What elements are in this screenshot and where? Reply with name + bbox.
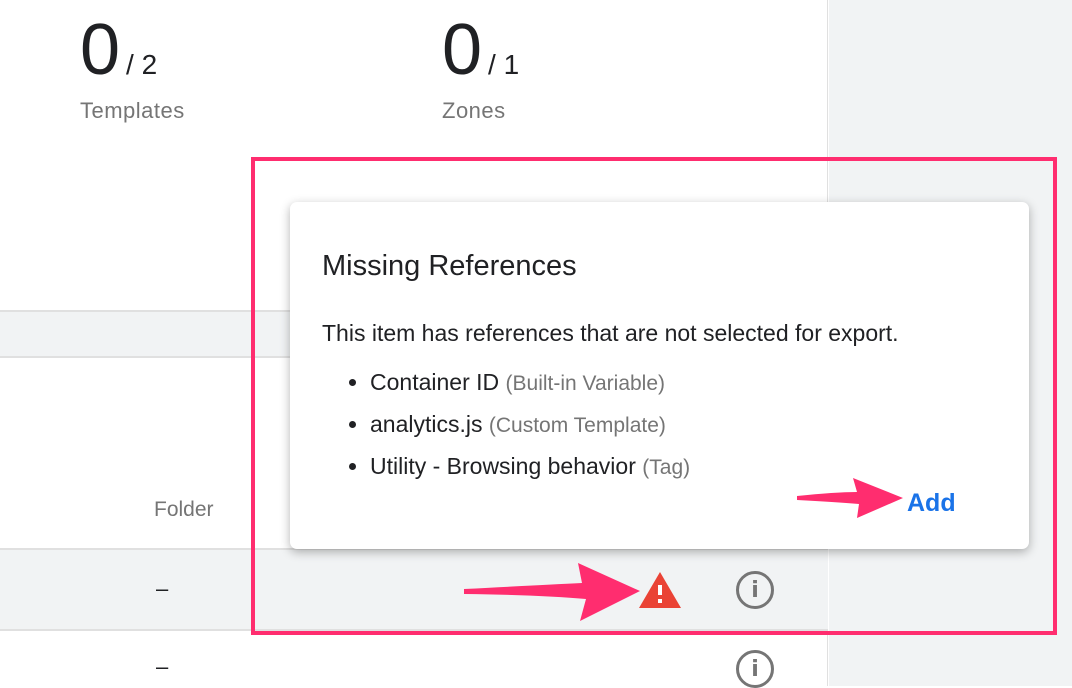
reference-name: analytics.js bbox=[370, 411, 483, 437]
stat-label: Templates bbox=[80, 98, 185, 123]
list-item: Container ID (Built-in Variable) bbox=[370, 362, 690, 404]
reference-type: (Tag) bbox=[642, 456, 691, 479]
add-button[interactable]: Add bbox=[907, 489, 956, 518]
folder-cell: – bbox=[156, 576, 169, 601]
folder-cell: – bbox=[156, 654, 169, 679]
stat-count: 0 bbox=[80, 10, 121, 90]
stat-templates: 0/ 2 Templates bbox=[80, 10, 185, 124]
list-item: Utility - Browsing behavior (Tag) bbox=[370, 446, 690, 488]
table-row[interactable] bbox=[0, 550, 828, 629]
warning-icon[interactable] bbox=[638, 571, 682, 609]
folder-column-header[interactable]: Folder bbox=[154, 498, 214, 522]
reference-type: (Built-in Variable) bbox=[505, 372, 666, 395]
stat-count: 0 bbox=[442, 10, 483, 90]
reference-name: Utility - Browsing behavior bbox=[370, 453, 636, 479]
stat-total: / 1 bbox=[488, 49, 520, 80]
reference-list: Container ID (Built-in Variable) analyti… bbox=[370, 362, 690, 488]
info-icon[interactable]: i bbox=[736, 650, 774, 688]
popup-title: Missing References bbox=[322, 250, 577, 282]
stat-zones: 0/ 1 Zones bbox=[442, 10, 519, 124]
stat-total: / 2 bbox=[126, 49, 158, 80]
arrow-annotation bbox=[797, 478, 903, 518]
popup-message: This item has references that are not se… bbox=[322, 320, 899, 346]
divider bbox=[0, 629, 828, 631]
list-item: analytics.js (Custom Template) bbox=[370, 404, 690, 446]
reference-type: (Custom Template) bbox=[488, 414, 666, 437]
missing-references-popup: Missing References This item has referen… bbox=[290, 202, 1029, 549]
reference-name: Container ID bbox=[370, 369, 500, 395]
stat-label: Zones bbox=[442, 98, 506, 123]
arrow-annotation bbox=[464, 563, 640, 621]
info-icon[interactable]: i bbox=[736, 571, 774, 609]
